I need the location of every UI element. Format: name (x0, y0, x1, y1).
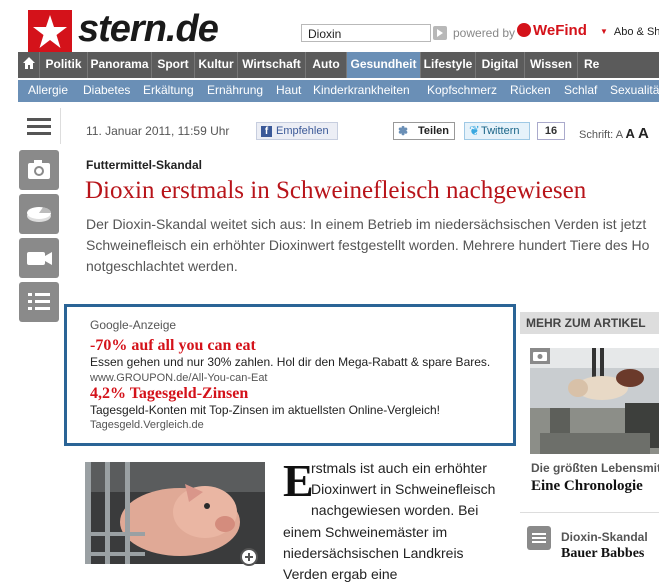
article-pig-image[interactable] (85, 462, 265, 564)
ad-title-link[interactable]: -70% auf all you can eat (90, 337, 256, 355)
subnav-item-kinderkrankheiten[interactable]: Kinderkrankheiten (313, 80, 410, 102)
subnav-item-diabetes[interactable]: Diabetes (83, 80, 130, 102)
teaser-line: Der Dioxin-Skandal weitet sich aus: In e… (86, 216, 647, 232)
twitter-button[interactable]: ❦ Twittern (464, 122, 530, 140)
search-input[interactable]: Dioxin (301, 24, 431, 42)
font-size-label: Schrift: (579, 129, 614, 141)
font-size-large-button[interactable]: A (638, 125, 649, 142)
nav-home[interactable] (18, 52, 40, 78)
article-body-line: niedersächsischen Landkreis (283, 545, 464, 561)
graphics-button[interactable] (19, 194, 59, 234)
article-body-line: einem Schweinemäster im (283, 524, 448, 540)
list-button[interactable] (19, 282, 59, 322)
nav-item-panorama[interactable]: Panorama (88, 52, 152, 78)
article-headline: Dioxin erstmals in Schweinefleisch nachg… (85, 177, 587, 204)
ad-text: Essen gehen und nur 30% zahlen. Hol dir … (90, 355, 491, 369)
ad-header: Google-Anzeige (90, 318, 177, 332)
wefind-logo: WeFind (517, 22, 587, 39)
facebook-icon: f (261, 126, 272, 137)
search-submit-button[interactable] (433, 26, 447, 40)
nav-item-digital[interactable]: Digital (476, 52, 525, 78)
video-button[interactable] (19, 238, 59, 278)
teaser-line: Schweinefleisch ein erhöhter Dioxinwert … (86, 237, 650, 253)
subnav-item-ruecken[interactable]: Rücken (510, 80, 551, 102)
share-gear-icon: ✽ (398, 124, 409, 138)
twitter-bird-icon: ❦ (469, 123, 480, 138)
video-camera-icon (27, 252, 52, 265)
subnav-item-ernaehrung[interactable]: Ernährung (207, 80, 263, 102)
facebook-recommend-label: Empfehlen (276, 125, 329, 137)
font-size-small-button[interactable]: A (616, 129, 623, 141)
pie-chart-icon (27, 207, 52, 222)
menu-hamburger-icon[interactable] (20, 108, 61, 144)
list-icon (527, 526, 551, 550)
font-size-control: Schrift: A A A (579, 125, 649, 142)
related-title-link[interactable]: Bauer Babbes (561, 546, 644, 562)
share-label: Teilen (418, 125, 449, 137)
share-button[interactable]: ✽ Teilen (393, 122, 455, 140)
related-kicker: Dioxin-Skandal (561, 530, 648, 544)
ad-url[interactable]: www.GROUPON.de/All-You-can-Eat (90, 372, 268, 384)
facebook-recommend-button[interactable]: f Empfehlen (256, 122, 338, 140)
twitter-count-badge: 16 (537, 122, 565, 140)
abo-link[interactable]: Abo & Sh (600, 26, 659, 38)
teaser-line: notgeschlachtet werden. (86, 258, 238, 274)
twitter-label: Twittern (481, 125, 520, 137)
subnav-item-haut[interactable]: Haut (276, 80, 301, 102)
wefind-text: WeFind (533, 22, 587, 39)
nav-item-wissen[interactable]: Wissen (525, 52, 578, 78)
nav-item-auto[interactable]: Auto (306, 52, 347, 78)
site-logo-text[interactable]: stern.de (78, 8, 219, 51)
nav-item-wirtschaft[interactable]: Wirtschaft (238, 52, 306, 78)
article-teaser: Der Dioxin-Skandal weitet sich aus: In e… (86, 214, 659, 277)
article-body-line: Verden ergab eine (283, 566, 398, 582)
article-body-line: Dioxinwert in Schweinefleisch (311, 481, 496, 497)
camera-icon (28, 160, 50, 179)
nav-item-reisen[interactable]: Re (578, 52, 608, 78)
stern-logo-icon[interactable] (28, 10, 72, 54)
article-date: 11. Januar 2011, 11:59 Uhr (86, 124, 230, 138)
related-kicker: Die größten Lebensmit (531, 461, 659, 475)
ad-title-link[interactable]: 4,2% Tagesgeld-Zinsen (90, 385, 248, 403)
nav-item-gesundheit[interactable]: Gesundheit (347, 52, 421, 78)
related-title-link[interactable]: Eine Chronologie (531, 478, 643, 495)
nav-item-kultur[interactable]: Kultur (195, 52, 238, 78)
ad-url[interactable]: Tagesgeld.Vergleich.de (90, 419, 204, 431)
ad-text: Tagesgeld-Konten mit Top-Zinsen im aktue… (90, 403, 440, 417)
wefind-logo-icon (517, 23, 531, 37)
nav-item-sport[interactable]: Sport (152, 52, 195, 78)
camera-icon (530, 348, 550, 364)
related-articles-header: MEHR ZUM ARTIKEL (520, 312, 659, 334)
main-navigation: Politik Panorama Sport Kultur Wirtschaft… (18, 52, 659, 78)
list-icon (28, 293, 50, 310)
photo-gallery-button[interactable] (19, 150, 59, 190)
subnav-item-sexualitaet[interactable]: Sexualitä (610, 80, 659, 102)
font-size-medium-button[interactable]: A (625, 126, 634, 141)
nav-item-politik[interactable]: Politik (40, 52, 88, 78)
subnav-item-allergie[interactable]: Allergie (28, 80, 68, 102)
subnav-item-kopfschmerz[interactable]: Kopfschmerz (427, 80, 497, 102)
divider (520, 512, 659, 513)
article-dropcap: E (283, 455, 314, 506)
sub-navigation: Allergie Diabetes Erkältung Ernährung Ha… (18, 80, 659, 102)
article-body-line: rstmals ist auch ein erhöhter (311, 460, 487, 476)
article-body-line: nachgewiesen worden. Bei (311, 502, 479, 518)
article-kicker: Futtermittel-Skandal (86, 158, 203, 172)
powered-by-label: powered by (453, 26, 516, 40)
subnav-item-schlaf[interactable]: Schlaf (564, 80, 597, 102)
subnav-item-erkaeltung[interactable]: Erkältung (143, 80, 194, 102)
zoom-icon[interactable] (240, 548, 258, 566)
nav-item-lifestyle[interactable]: Lifestyle (421, 52, 476, 78)
home-icon (23, 57, 35, 69)
